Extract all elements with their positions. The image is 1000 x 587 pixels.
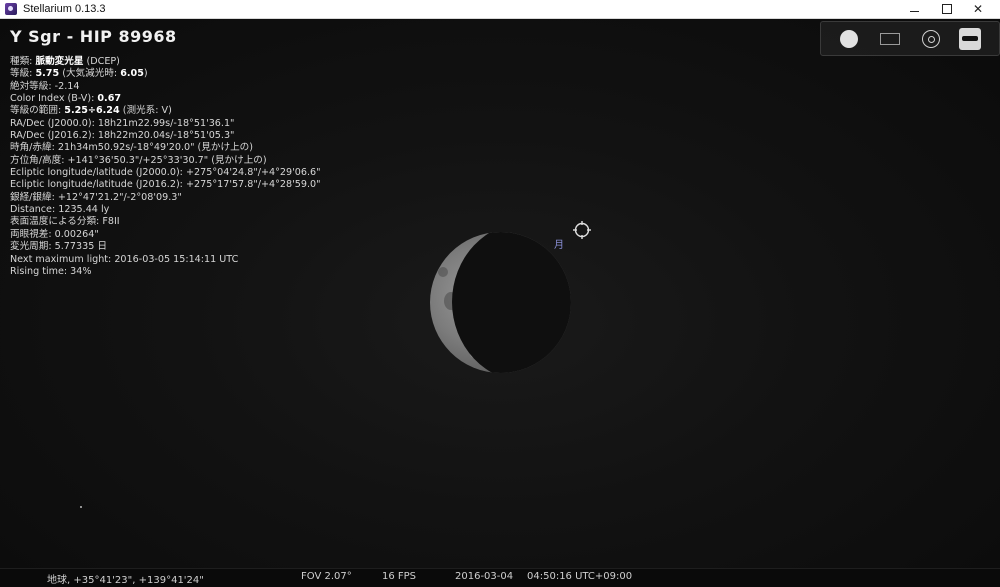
object-info-line: Color Index (B-V): 0.67 <box>10 93 321 105</box>
info-text: 等級の範囲: <box>10 105 65 117</box>
close-icon: ✕ <box>972 2 984 16</box>
info-text: 両眼視差: 0.00264" <box>10 228 99 240</box>
object-info-line: Distance: 1235.44 ly <box>10 204 321 216</box>
info-text: (測光系: V) <box>119 105 172 117</box>
telescope-icon <box>959 28 981 50</box>
object-info-line: RA/Dec (J2000.0): 18h21m22.99s/-18°51'36… <box>10 118 321 130</box>
disk-icon <box>840 30 858 48</box>
info-text: Color Index (B-V): <box>10 93 98 105</box>
info-value: 脈動変光星 <box>35 56 84 67</box>
sky-view[interactable]: Y Sgr - HIP 89968 種類: 脈動変光星 (DCEP) 等級: 5.… <box>0 19 1000 568</box>
info-text: 変光周期: 5.77335 日 <box>10 241 107 253</box>
object-info-line: Rising time: 34% <box>10 266 321 278</box>
info-text: ) <box>143 68 148 80</box>
moon-label: 月 <box>554 240 564 251</box>
info-text: 等級: <box>10 68 36 80</box>
minimize-button[interactable] <box>899 0 929 18</box>
maximize-button[interactable] <box>932 0 962 18</box>
top-toolbar <box>820 21 1000 56</box>
object-info-line: RA/Dec (J2016.2): 18h22m20.04s/-18°51'05… <box>10 130 321 142</box>
object-info-line: 変光周期: 5.77335 日 <box>10 241 321 253</box>
moon-mare <box>438 267 448 277</box>
disk-button[interactable] <box>838 28 860 50</box>
info-text: (大気減光時: <box>59 68 121 80</box>
info-value: 5.25÷6.24 <box>64 105 120 117</box>
fps-readout: 16 FPS <box>382 571 417 582</box>
info-text: Ecliptic longitude/latitude (J2016.2): +… <box>10 179 321 191</box>
info-value: 0.67 <box>97 93 122 105</box>
info-text: Ecliptic longitude/latitude (J2000.0): +… <box>10 167 321 179</box>
info-value: 6.05 <box>120 68 144 80</box>
object-info-line: 種類: 脈動変光星 (DCEP) <box>10 56 321 68</box>
close-button[interactable]: ✕ <box>963 0 993 18</box>
frame-icon <box>880 33 900 45</box>
object-info-line: 時角/赤緯: 21h34m50.92s/-18°49'20.0" (見かけ上の) <box>10 142 321 154</box>
object-info-line: 方位角/高度: +141°36'50.3"/+25°33'30.7" (見かけ上… <box>10 155 321 167</box>
info-value: 5.75 <box>35 68 60 80</box>
info-text: 種類: <box>10 56 36 67</box>
star[interactable] <box>80 506 82 508</box>
info-text: Next maximum light: 2016-03-05 15:14:11 … <box>10 253 239 265</box>
info-text: (DCEP) <box>83 56 120 67</box>
window-title: Stellarium 0.13.3 <box>23 3 106 15</box>
info-text: Rising time: 34% <box>10 265 92 277</box>
maximize-icon <box>942 4 952 14</box>
info-text: 時角/赤緯: 21h34m50.92s/-18°49'20.0" (見かけ上の) <box>10 142 254 154</box>
fov-readout: FOV 2.07° <box>301 571 352 582</box>
object-info-line: Ecliptic longitude/latitude (J2000.0): +… <box>10 167 321 179</box>
object-info-line: 両眼視差: 0.00264" <box>10 229 321 241</box>
object-info-line: Ecliptic longitude/latitude (J2016.2): +… <box>10 179 321 191</box>
target-button[interactable] <box>920 28 942 50</box>
telescope-button[interactable] <box>959 28 981 50</box>
object-info-line: 絶対等級: -2.14 <box>10 81 321 93</box>
minimize-icon <box>909 10 919 12</box>
object-info-line: Next maximum light: 2016-03-05 15:14:11 … <box>10 254 321 266</box>
object-info-line: 銀経/銀緯: +12°47'21.2"/-2°08'09.3" <box>10 192 321 204</box>
info-text: 方位角/高度: +141°36'50.3"/+25°33'30.7" (見かけ上… <box>10 154 267 166</box>
location-readout: 地球, +35°41'23", +139°41'24" <box>47 575 204 586</box>
info-text: Distance: 1235.44 ly <box>10 204 110 216</box>
info-text: 絶対等級: -2.14 <box>10 80 80 92</box>
info-text: RA/Dec (J2000.0): 18h21m22.99s/-18°51'36… <box>10 117 235 129</box>
object-info-line: 表面温度による分類: F8II <box>10 216 321 228</box>
object-info-line: 等級の範囲: 5.25÷6.24 (測光系: V) <box>10 105 321 117</box>
window-titlebar: Stellarium 0.13.3 ✕ <box>0 0 1000 19</box>
object-info-line: 等級: 5.75 (大気減光時: 6.05) <box>10 68 321 80</box>
info-text: RA/Dec (J2016.2): 18h22m20.04s/-18°51'05… <box>10 130 235 142</box>
stellarium-app-icon <box>5 3 17 15</box>
info-text: 銀経/銀緯: +12°47'21.2"/-2°08'09.3" <box>10 191 182 203</box>
selection-reticle-icon <box>573 221 591 239</box>
time-readout: 04:50:16 UTC+09:00 <box>527 571 633 582</box>
target-icon <box>922 30 940 48</box>
frame-button[interactable] <box>879 28 901 50</box>
moon-shadow <box>452 232 571 373</box>
date-readout: 2016-03-04 <box>455 571 514 582</box>
status-bar: 地球, +35°41'23", +139°41'24" FOV 2.07° 16… <box>0 568 1000 587</box>
object-info-panel: 種類: 脈動変光星 (DCEP) 等級: 5.75 (大気減光時: 6.05) 絶対… <box>10 56 321 278</box>
info-text: 表面温度による分類: F8II <box>10 216 120 228</box>
selected-object-name: Y Sgr - HIP 89968 <box>10 27 177 46</box>
moon[interactable] <box>430 232 571 373</box>
